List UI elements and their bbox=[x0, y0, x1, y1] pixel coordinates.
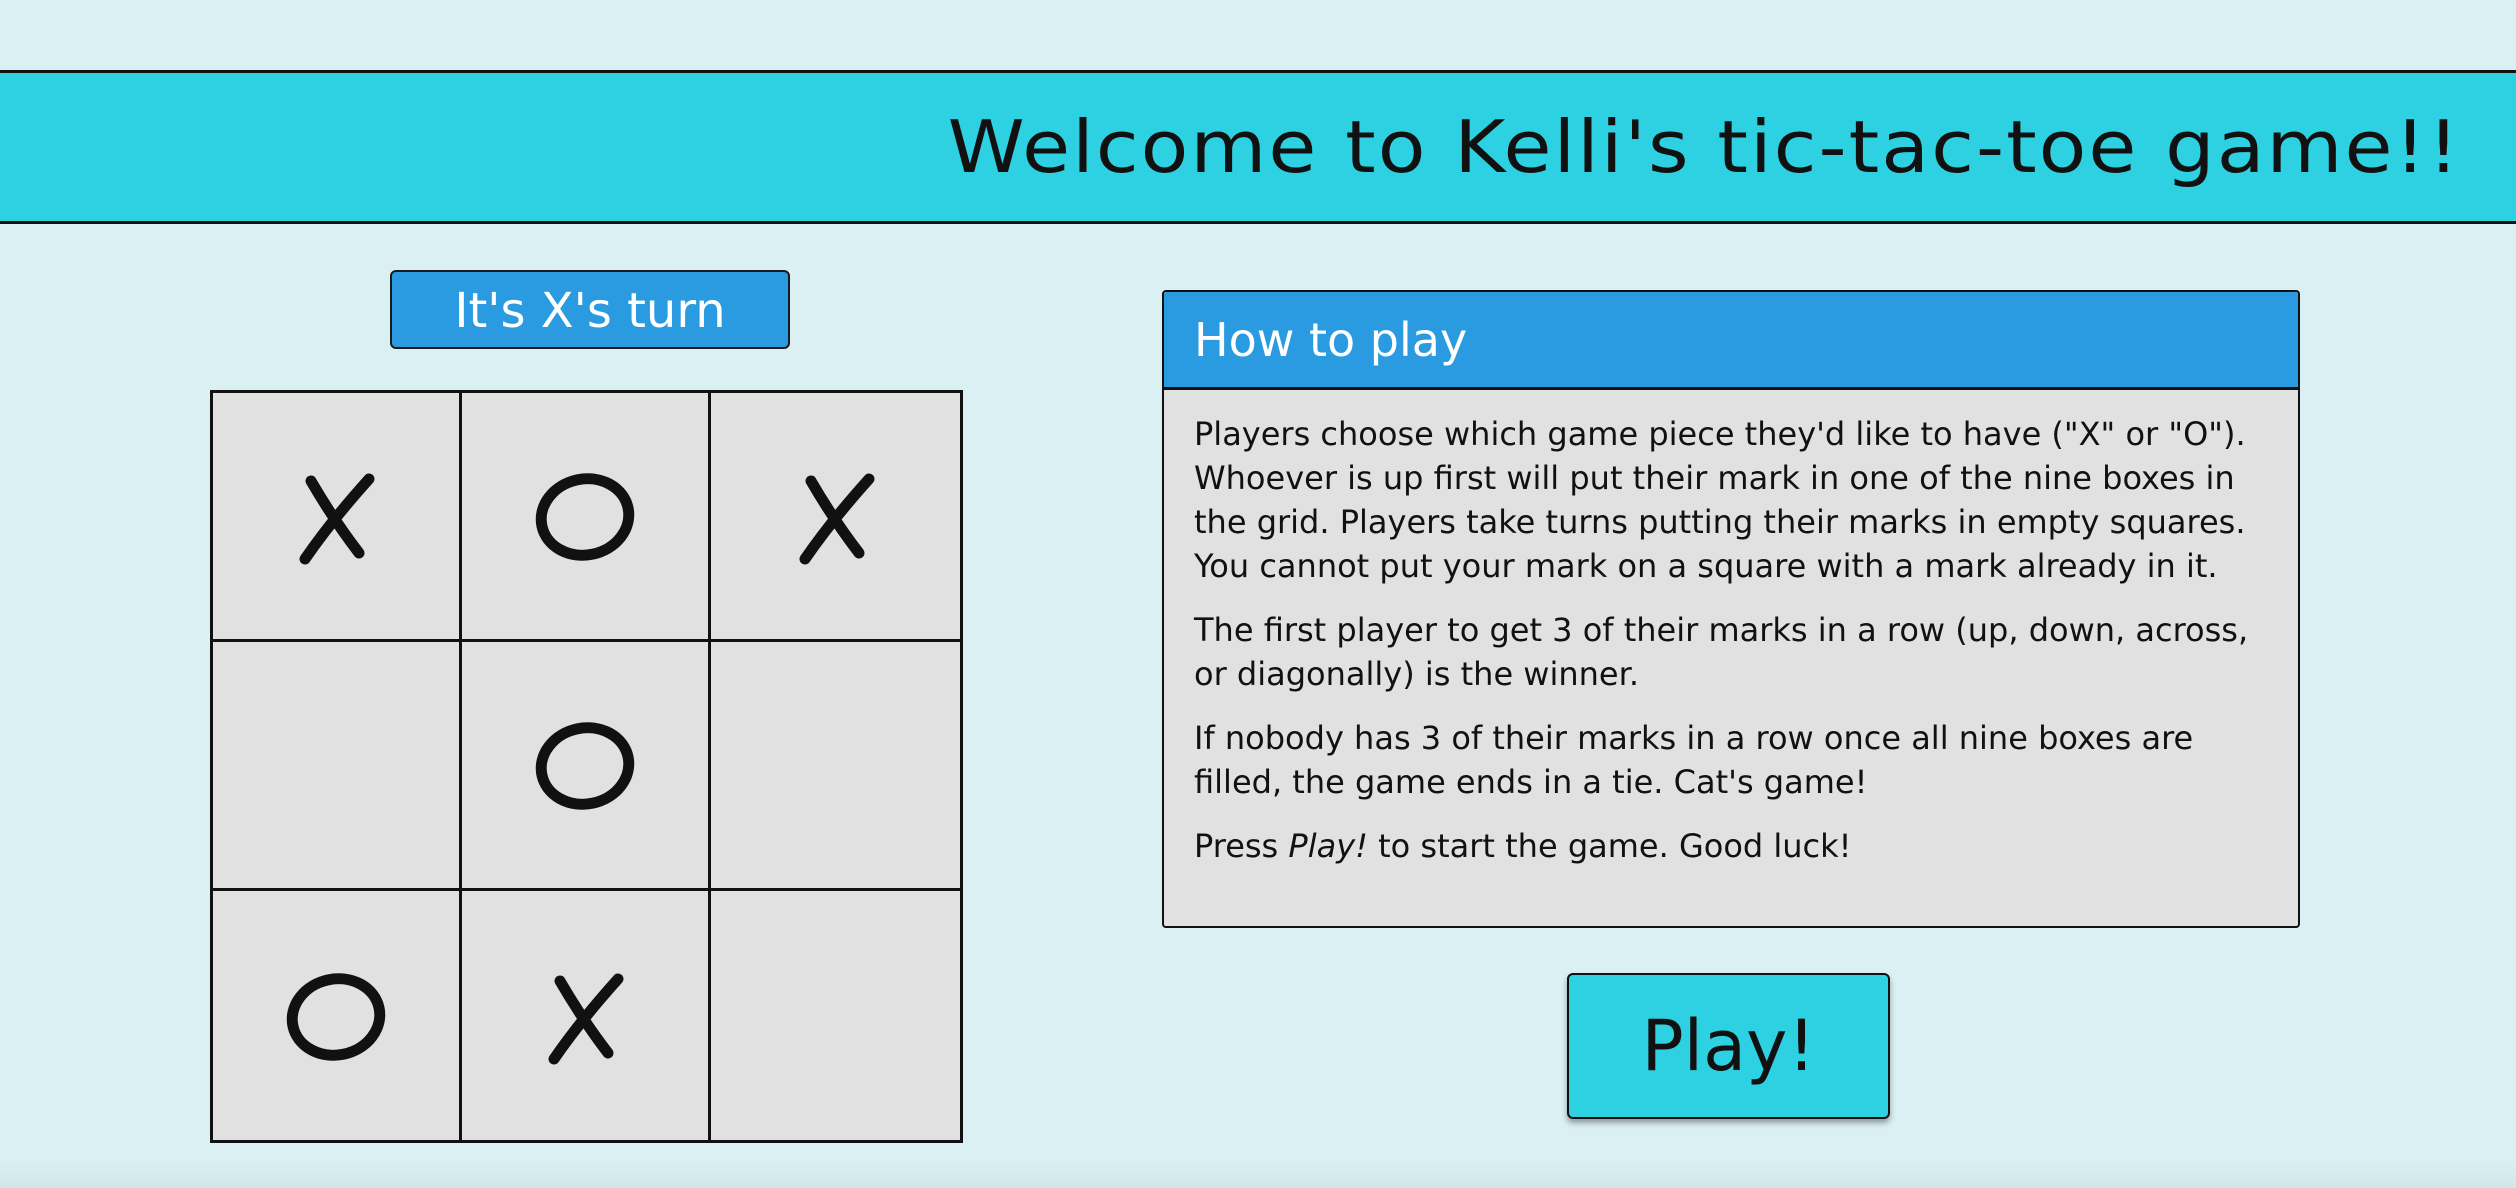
how-to-play-heading: How to play bbox=[1164, 292, 2298, 390]
board-cell[interactable] bbox=[213, 891, 462, 1140]
board-cell[interactable] bbox=[711, 891, 960, 1140]
cell-mark bbox=[281, 710, 391, 820]
rules-paragraph: Players choose which game piece they'd l… bbox=[1194, 415, 2246, 585]
board-cell[interactable] bbox=[213, 393, 462, 642]
board-cell[interactable] bbox=[711, 393, 960, 642]
how-to-play-body: Players choose which game piece they'd l… bbox=[1164, 390, 2298, 868]
page-title: Welcome to Kelli's tic-tac-toe game!! bbox=[947, 106, 2461, 190]
o-mark-icon bbox=[530, 461, 640, 571]
game-board bbox=[210, 390, 963, 1143]
x-mark-icon bbox=[281, 461, 391, 571]
how-to-play-panel: How to play Players choose which game pi… bbox=[1162, 290, 2300, 928]
x-mark-icon bbox=[781, 461, 891, 571]
play-button[interactable]: Play! bbox=[1567, 973, 1890, 1119]
x-mark-icon bbox=[530, 961, 640, 1071]
board-cell[interactable] bbox=[462, 891, 711, 1140]
rules-paragraph: The first player to get 3 of their marks… bbox=[1194, 611, 2249, 693]
rules-start-prefix: Press bbox=[1194, 827, 1289, 865]
header-banner: Welcome to Kelli's tic-tac-toe game!! bbox=[0, 70, 2516, 224]
rules-paragraph: If nobody has 3 of their marks in a row … bbox=[1194, 719, 2194, 801]
turn-indicator: It's X's turn bbox=[390, 270, 790, 349]
rules-start-emphasis: Play! bbox=[1288, 827, 1368, 865]
board-cell[interactable] bbox=[213, 642, 462, 891]
rules-start-suffix: to start the game. Good luck! bbox=[1367, 827, 1852, 865]
page-bottom-shade bbox=[0, 1158, 2516, 1188]
o-mark-icon bbox=[530, 710, 640, 820]
rules-paragraph-start: Press Play! to start the game. Good luck… bbox=[1194, 824, 2268, 868]
board-cell[interactable] bbox=[462, 393, 711, 642]
cell-mark bbox=[781, 710, 891, 820]
cell-mark bbox=[781, 961, 891, 1071]
board-cell[interactable] bbox=[711, 642, 960, 891]
o-mark-icon bbox=[281, 961, 391, 1071]
board-cell[interactable] bbox=[462, 642, 711, 891]
